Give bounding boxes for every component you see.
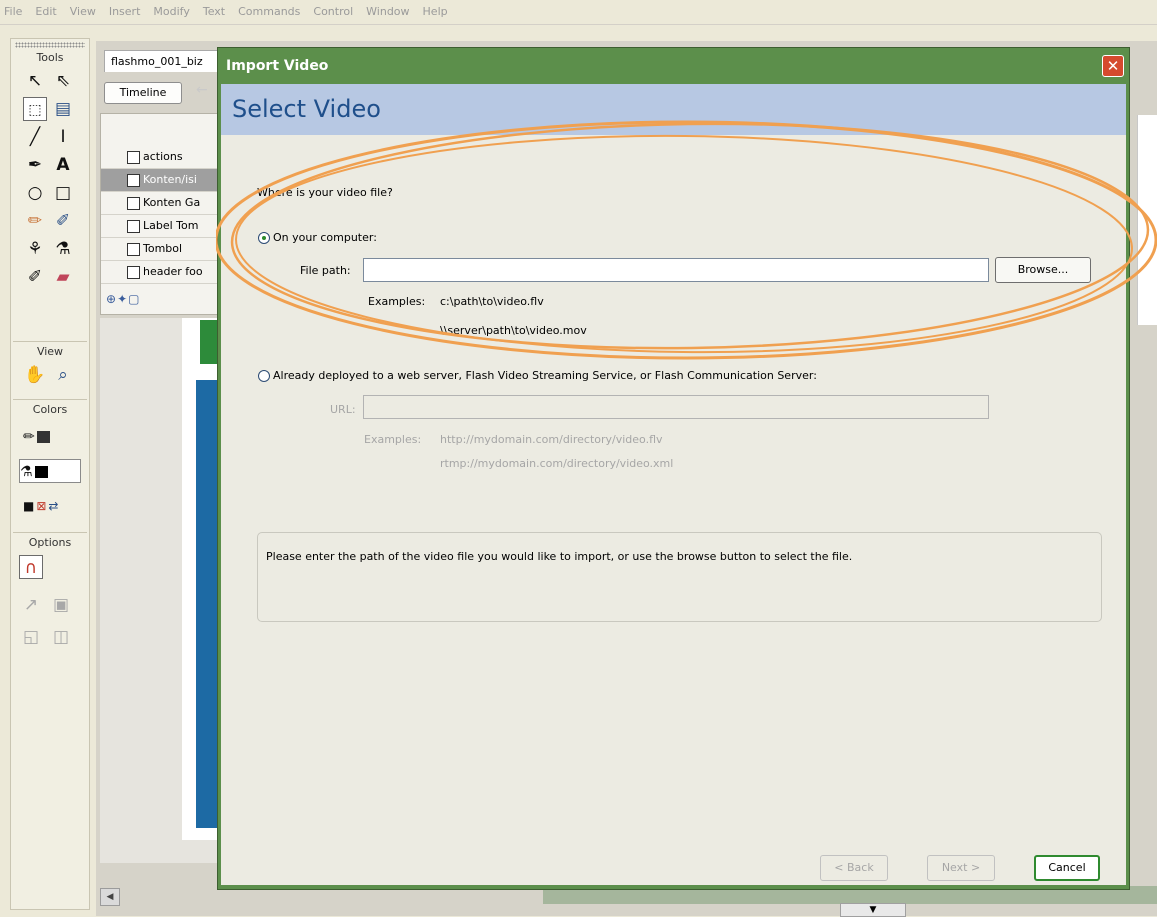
back-button[interactable]: < Back	[820, 855, 888, 881]
brush-tool-icon[interactable]: ✐	[51, 209, 75, 233]
layer-tools-icons[interactable]: ⊕✦▢	[106, 292, 140, 306]
cancel-button[interactable]: Cancel	[1034, 855, 1100, 881]
back-arrow-icon[interactable]: ←	[196, 82, 208, 98]
scroll-left-icon[interactable]: ◀	[100, 888, 120, 906]
swap-colors-icon: ⇄	[48, 499, 61, 513]
annotation-ellipse-inner	[235, 134, 1133, 354]
example-url: rtmp://mydomain.com/directory/video.xml	[440, 457, 674, 470]
dialog-title: Import Video	[226, 58, 329, 74]
no-color-icon: ⊠	[36, 499, 49, 513]
examples-label: Examples:	[364, 433, 422, 446]
stroke-color-swatch	[36, 431, 50, 443]
color-swap-controls[interactable]: ■⊠⇄	[23, 494, 83, 518]
layer-page-icon	[127, 266, 140, 279]
oval-tool-icon[interactable]: ○	[23, 181, 47, 205]
layer-page-icon	[127, 151, 140, 164]
subselection-tool-icon[interactable]: ⇖	[51, 69, 75, 93]
add-layer-icon[interactable]: ⊕	[106, 292, 117, 306]
view-section-label: View	[36, 345, 64, 358]
scale-option-icon[interactable]: ◫	[49, 625, 73, 649]
straighten-option-icon[interactable]: ▣	[49, 593, 73, 617]
divider	[13, 399, 87, 400]
url-label: URL:	[330, 403, 356, 416]
info-message: Please enter the path of the video file …	[266, 550, 853, 563]
menu-insert[interactable]: Insert	[102, 0, 147, 24]
lasso-tool-icon[interactable]: ⵏ	[51, 125, 75, 149]
close-icon[interactable]: ✕	[1102, 55, 1124, 77]
menu-commands[interactable]: Commands	[231, 0, 306, 24]
line-tool-icon[interactable]: ╱	[23, 125, 47, 149]
menu-help[interactable]: Help	[416, 0, 454, 24]
free-transform-tool-icon[interactable]: ⬚	[23, 97, 47, 121]
web-server-radio[interactable]	[258, 370, 270, 382]
menu-modify[interactable]: Modify	[146, 0, 195, 24]
colors-section-label: Colors	[32, 403, 68, 416]
ink-bottle-tool-icon[interactable]: ⚘	[23, 237, 47, 261]
url-input[interactable]	[363, 395, 989, 419]
snap-magnet-icon[interactable]: ∩	[19, 555, 43, 579]
stroke-color-control[interactable]: ✏	[23, 425, 83, 449]
fill-color-swatch	[34, 466, 48, 478]
selection-tool-icon[interactable]: ↖	[23, 69, 47, 93]
layer-row[interactable]: header foo	[101, 261, 219, 284]
scroll-down-icon[interactable]: ▼	[840, 903, 906, 917]
menu-edit[interactable]: Edit	[28, 0, 62, 24]
zoom-tool-icon[interactable]: ⌕	[51, 363, 75, 387]
menu-view[interactable]: View	[63, 0, 102, 24]
layer-row[interactable]: Tombol	[101, 238, 219, 261]
fill-color-control[interactable]: ⚗	[19, 459, 81, 483]
info-box	[257, 532, 1102, 622]
annotation-ellipse-outer	[216, 120, 1157, 360]
fill-bucket-icon: ⚗	[20, 464, 33, 480]
menu-control[interactable]: Control	[306, 0, 359, 24]
eyedropper-tool-icon[interactable]: ✐	[23, 265, 47, 289]
panel-grip[interactable]	[15, 42, 85, 48]
dialog-title-bar[interactable]	[218, 48, 1129, 84]
next-button[interactable]: Next >	[927, 855, 995, 881]
divider	[13, 341, 87, 342]
example-url: http://mydomain.com/directory/video.flv	[440, 433, 663, 446]
layer-page-icon	[127, 197, 140, 210]
layer-row[interactable]: actions	[101, 146, 219, 169]
layer-page-icon	[127, 243, 140, 256]
pen-tool-icon[interactable]: ✒	[23, 153, 47, 177]
tools-panel: Tools ↖ ⇖ ⬚ ▤ ╱ ⵏ ✒ A ○ □ ✏ ✐ ⚘ ⚗ ✐ ▰ Vi…	[10, 38, 90, 910]
menu-file[interactable]: File	[0, 0, 28, 24]
rotate-option-icon[interactable]: ◱	[19, 625, 43, 649]
layer-row[interactable]: Konten Ga	[101, 192, 219, 215]
tools-title: Tools	[36, 51, 64, 64]
gradient-transform-tool-icon[interactable]: ▤	[51, 97, 75, 121]
add-guide-icon[interactable]: ✦	[117, 292, 128, 306]
layer-row[interactable]: Label Tom	[101, 215, 219, 238]
add-folder-icon[interactable]: ▢	[128, 292, 140, 306]
eraser-tool-icon[interactable]: ▰	[51, 265, 75, 289]
stroke-pencil-icon: ✏	[23, 429, 35, 445]
paint-bucket-tool-icon[interactable]: ⚗	[51, 237, 75, 261]
rectangle-tool-icon[interactable]: □	[51, 181, 75, 205]
divider	[13, 532, 87, 533]
document-tab[interactable]: flashmo_001_biz	[104, 50, 224, 72]
menu-text[interactable]: Text	[196, 0, 231, 24]
default-colors-icon: ■	[23, 499, 37, 513]
pencil-tool-icon[interactable]: ✏	[23, 209, 47, 233]
menu-bar: File Edit View Insert Modify Text Commands Cont…	[0, 0, 1157, 25]
smooth-option-icon[interactable]: ↗	[19, 593, 43, 617]
hand-tool-icon[interactable]: ✋	[23, 363, 47, 387]
stage-graphic	[196, 380, 218, 828]
options-section-label: Options	[28, 536, 72, 549]
layers-list: actions Konten/isi Konten Ga Label Tom T…	[100, 113, 220, 315]
timeline-button[interactable]: Timeline	[104, 82, 182, 104]
annotation-ellipse	[216, 120, 1157, 360]
menu-window[interactable]: Window	[359, 0, 415, 24]
layer-page-icon	[127, 174, 140, 187]
layer-page-icon	[127, 220, 140, 233]
text-tool-icon[interactable]: A	[51, 153, 75, 177]
web-server-label[interactable]: Already deployed to a web server, Flash …	[273, 369, 817, 382]
layer-row[interactable]: Konten/isi	[101, 169, 219, 192]
